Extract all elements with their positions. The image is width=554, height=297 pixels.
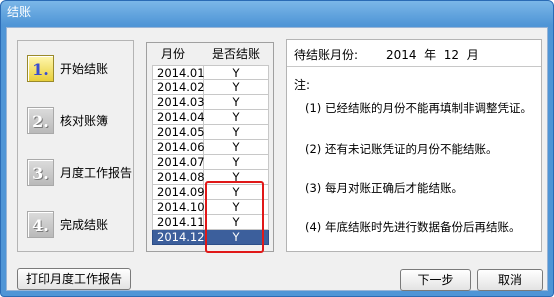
step-check-ledger[interactable]: 2. 核对账簿 xyxy=(27,107,133,137)
table-row[interactable]: 2014.02 Y xyxy=(152,80,269,95)
cancel-button[interactable]: 取消 xyxy=(477,269,543,291)
cell-month: 2014.04 xyxy=(152,110,205,125)
table-row[interactable]: 2014.04 Y xyxy=(152,110,269,125)
cell-month: 2014.08 xyxy=(152,170,205,185)
cell-month: 2014.12 xyxy=(152,230,205,245)
cell-month: 2014.10 xyxy=(152,200,205,215)
table-row[interactable]: 2014.03 Y xyxy=(152,95,269,110)
table-row[interactable]: 2014.01 Y xyxy=(152,65,269,80)
step-label: 开始结账 xyxy=(60,62,109,76)
step-label: 完成结账 xyxy=(60,218,109,232)
cell-month: 2014.01 xyxy=(152,65,205,80)
cell-month: 2014.06 xyxy=(152,140,205,155)
note-4: (4) 年底结账时先进行数据备份后再结账。 xyxy=(305,220,521,234)
step-label: 核对账簿 xyxy=(60,114,109,128)
step-label: 月度工作报告 xyxy=(60,166,133,180)
annotation-highlight-box xyxy=(205,181,264,253)
cell-closed-status: Y xyxy=(204,140,269,155)
step-3-icon: 3. xyxy=(27,159,54,186)
step-1-icon: 1. xyxy=(27,55,54,82)
column-header-closed: 是否结账 xyxy=(211,47,260,61)
table-row[interactable]: 2014.05 Y xyxy=(152,125,269,140)
print-report-button[interactable]: 打印月度工作报告 xyxy=(17,268,131,290)
cell-closed-status: Y xyxy=(204,125,269,140)
cell-month: 2014.03 xyxy=(152,95,205,110)
pending-month-label: 待结账月份: xyxy=(294,48,359,62)
close-account-dialog: 结账 1. 开始结账 2. 核对账簿 3. 月度工作报告 4. 完成结账 月份 … xyxy=(0,0,554,297)
next-button[interactable]: 下一步 xyxy=(400,269,471,291)
step-4-icon: 4. xyxy=(27,211,54,238)
dialog-title: 结账 xyxy=(7,5,32,19)
table-row[interactable]: 2014.06 Y xyxy=(152,140,269,155)
notes-title: 注: xyxy=(294,78,311,92)
steps-panel: 1. 开始结账 2. 核对账簿 3. 月度工作报告 4. 完成结账 xyxy=(17,40,134,252)
note-3: (3) 每月对账正确后才能结账。 xyxy=(305,181,463,195)
step-monthly-report[interactable]: 3. 月度工作报告 xyxy=(27,159,133,189)
table-header: 月份 是否结账 xyxy=(147,43,273,65)
cell-closed-status: Y xyxy=(204,155,269,170)
step-2-icon: 2. xyxy=(27,107,54,134)
cell-month: 2014.07 xyxy=(152,155,205,170)
note-2: (2) 还有未记账凭证的月份不能结账。 xyxy=(305,142,498,156)
info-panel: 待结账月份: 2014 年 12 月 注: (1) 已经结账的月份不能再填制非调… xyxy=(286,39,542,252)
cell-closed-status: Y xyxy=(204,110,269,125)
note-1: (1) 已经结账的月份不能再填制非调整凭证。 xyxy=(305,101,532,115)
cell-month: 2014.09 xyxy=(152,185,205,200)
dialog-body: 1. 开始结账 2. 核对账簿 3. 月度工作报告 4. 完成结账 月份 是否结… xyxy=(6,27,548,291)
cell-closed-status: Y xyxy=(204,65,269,80)
cell-month: 2014.02 xyxy=(152,80,205,95)
cell-closed-status: Y xyxy=(204,80,269,95)
divider xyxy=(287,66,541,67)
step-start-close[interactable]: 1. 开始结账 xyxy=(27,55,133,85)
table-row[interactable]: 2014.07 Y xyxy=(152,155,269,170)
step-finish-close[interactable]: 4. 完成结账 xyxy=(27,211,133,241)
cell-month: 2014.11 xyxy=(152,215,205,230)
cell-closed-status: Y xyxy=(204,95,269,110)
pending-month-value: 2014 年 12 月 xyxy=(386,48,479,62)
column-header-month: 月份 xyxy=(160,47,185,61)
cell-month: 2014.05 xyxy=(152,125,205,140)
